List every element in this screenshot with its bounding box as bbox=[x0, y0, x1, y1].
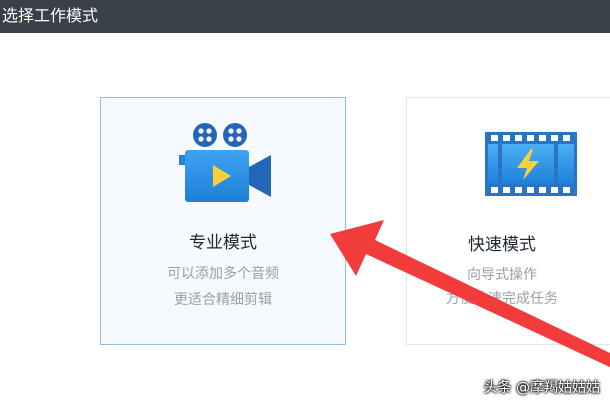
window-title: 选择工作模式 bbox=[2, 6, 99, 25]
mode-desc-professional-line2: 更适合精细剪辑 bbox=[174, 292, 272, 308]
mode-select-window: 选择工作模式 专业模式 可以添加多个音频 更适合精细剪辑 快速模式 向导式操作 … bbox=[0, 0, 610, 410]
mode-card-professional[interactable]: 专业模式 可以添加多个音频 更适合精细剪辑 bbox=[100, 97, 346, 345]
mode-desc-professional-line1: 可以添加多个音频 bbox=[167, 266, 279, 282]
title-bar: 选择工作模式 bbox=[0, 0, 610, 33]
film-strip-icon bbox=[485, 132, 577, 196]
watermark: 头条 @摩羯姑姑姑 bbox=[483, 380, 600, 396]
mode-desc-fast-line1: 向导式操作 bbox=[467, 267, 537, 283]
mode-desc-fast-line2: 方便快速完成任务 bbox=[446, 291, 558, 307]
mode-title-professional: 专业模式 bbox=[189, 233, 257, 253]
movie-camera-icon bbox=[177, 123, 273, 207]
mode-title-fast: 快速模式 bbox=[468, 235, 536, 255]
mode-card-fast[interactable]: 快速模式 向导式操作 方便快速完成任务 bbox=[406, 97, 610, 345]
